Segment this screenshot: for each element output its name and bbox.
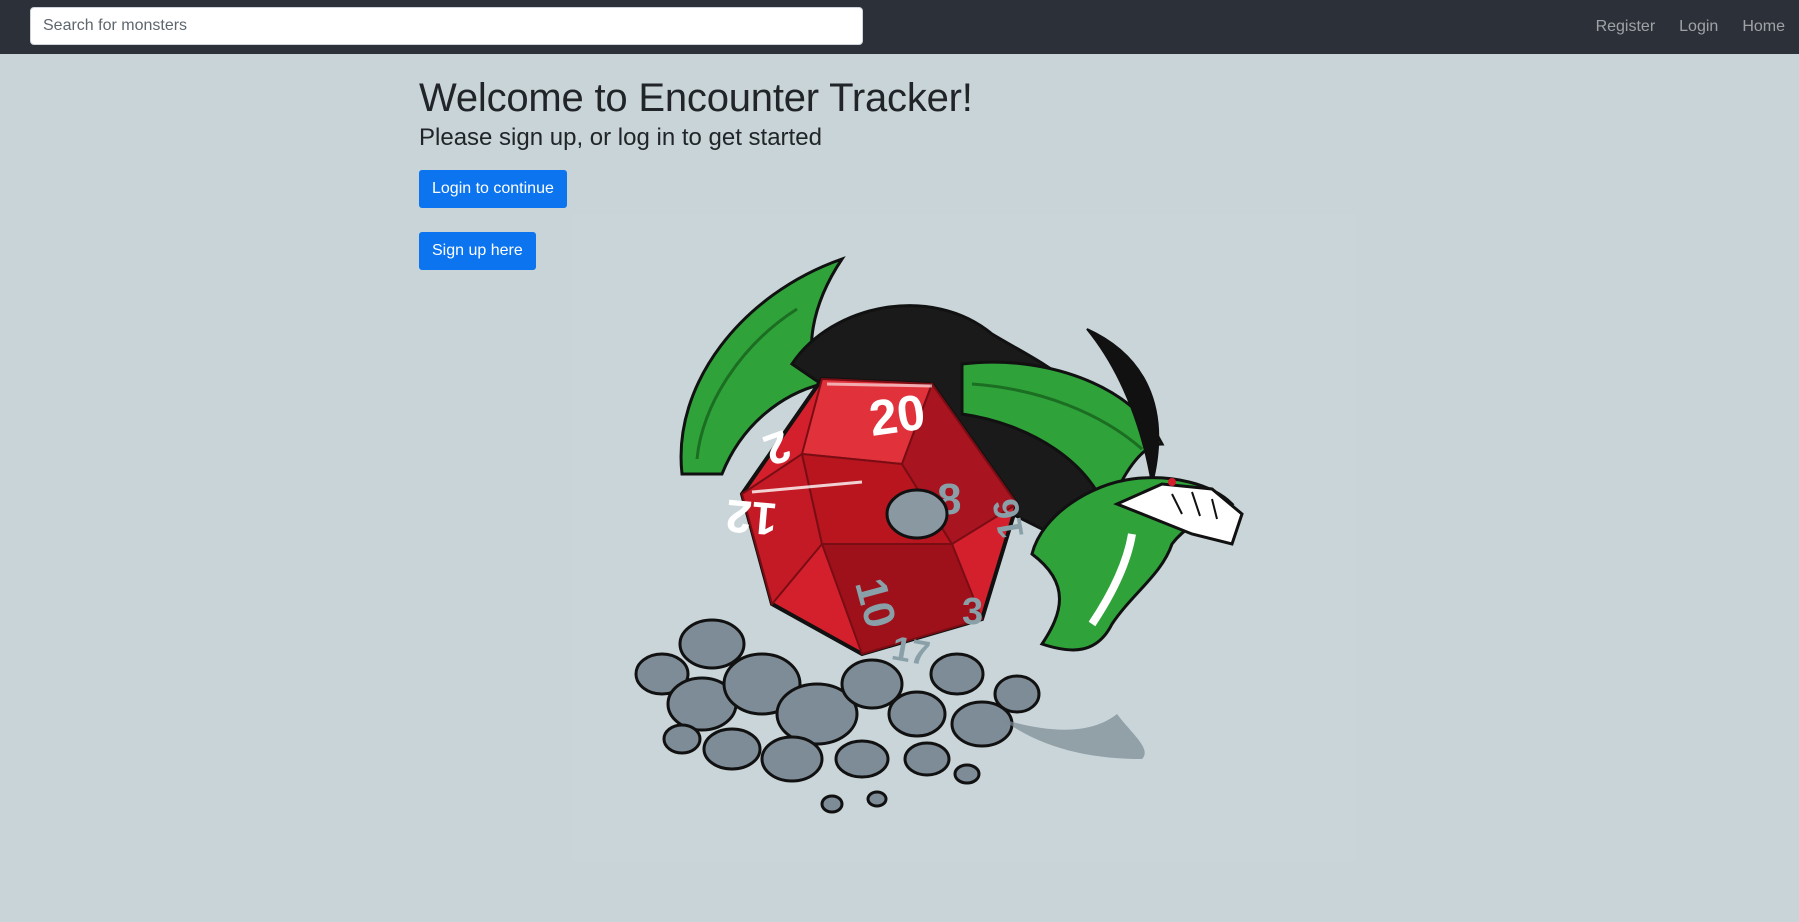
- die-face-17: 17: [889, 629, 933, 673]
- main-content: Welcome to Encounter Tracker! Please sig…: [419, 74, 1379, 270]
- page-title: Welcome to Encounter Tracker!: [419, 76, 973, 120]
- d20-dragon-icon: 20 2 12 8 16 10 3 17: [572, 214, 1356, 862]
- hero-illustration: 20 2 12 8 16 10 3 17: [572, 214, 1356, 862]
- navbar: Register Login Home: [0, 0, 1799, 54]
- die-face-3: 3: [962, 591, 983, 633]
- nav-link-login[interactable]: Login: [1679, 18, 1718, 36]
- login-to-continue-button[interactable]: Login to continue: [419, 170, 567, 208]
- nav-links: Register Login Home: [1572, 0, 1785, 54]
- die-face-16: 16: [984, 496, 1031, 543]
- nav-link-register[interactable]: Register: [1596, 18, 1656, 36]
- die-face-20: 20: [866, 384, 929, 447]
- die-face-12: 12: [724, 490, 780, 546]
- nav-link-home[interactable]: Home: [1742, 18, 1785, 36]
- search-input[interactable]: [30, 7, 863, 45]
- page-subtitle: Please sign up, or log in to get started: [419, 124, 822, 151]
- sign-up-here-button[interactable]: Sign up here: [419, 232, 536, 270]
